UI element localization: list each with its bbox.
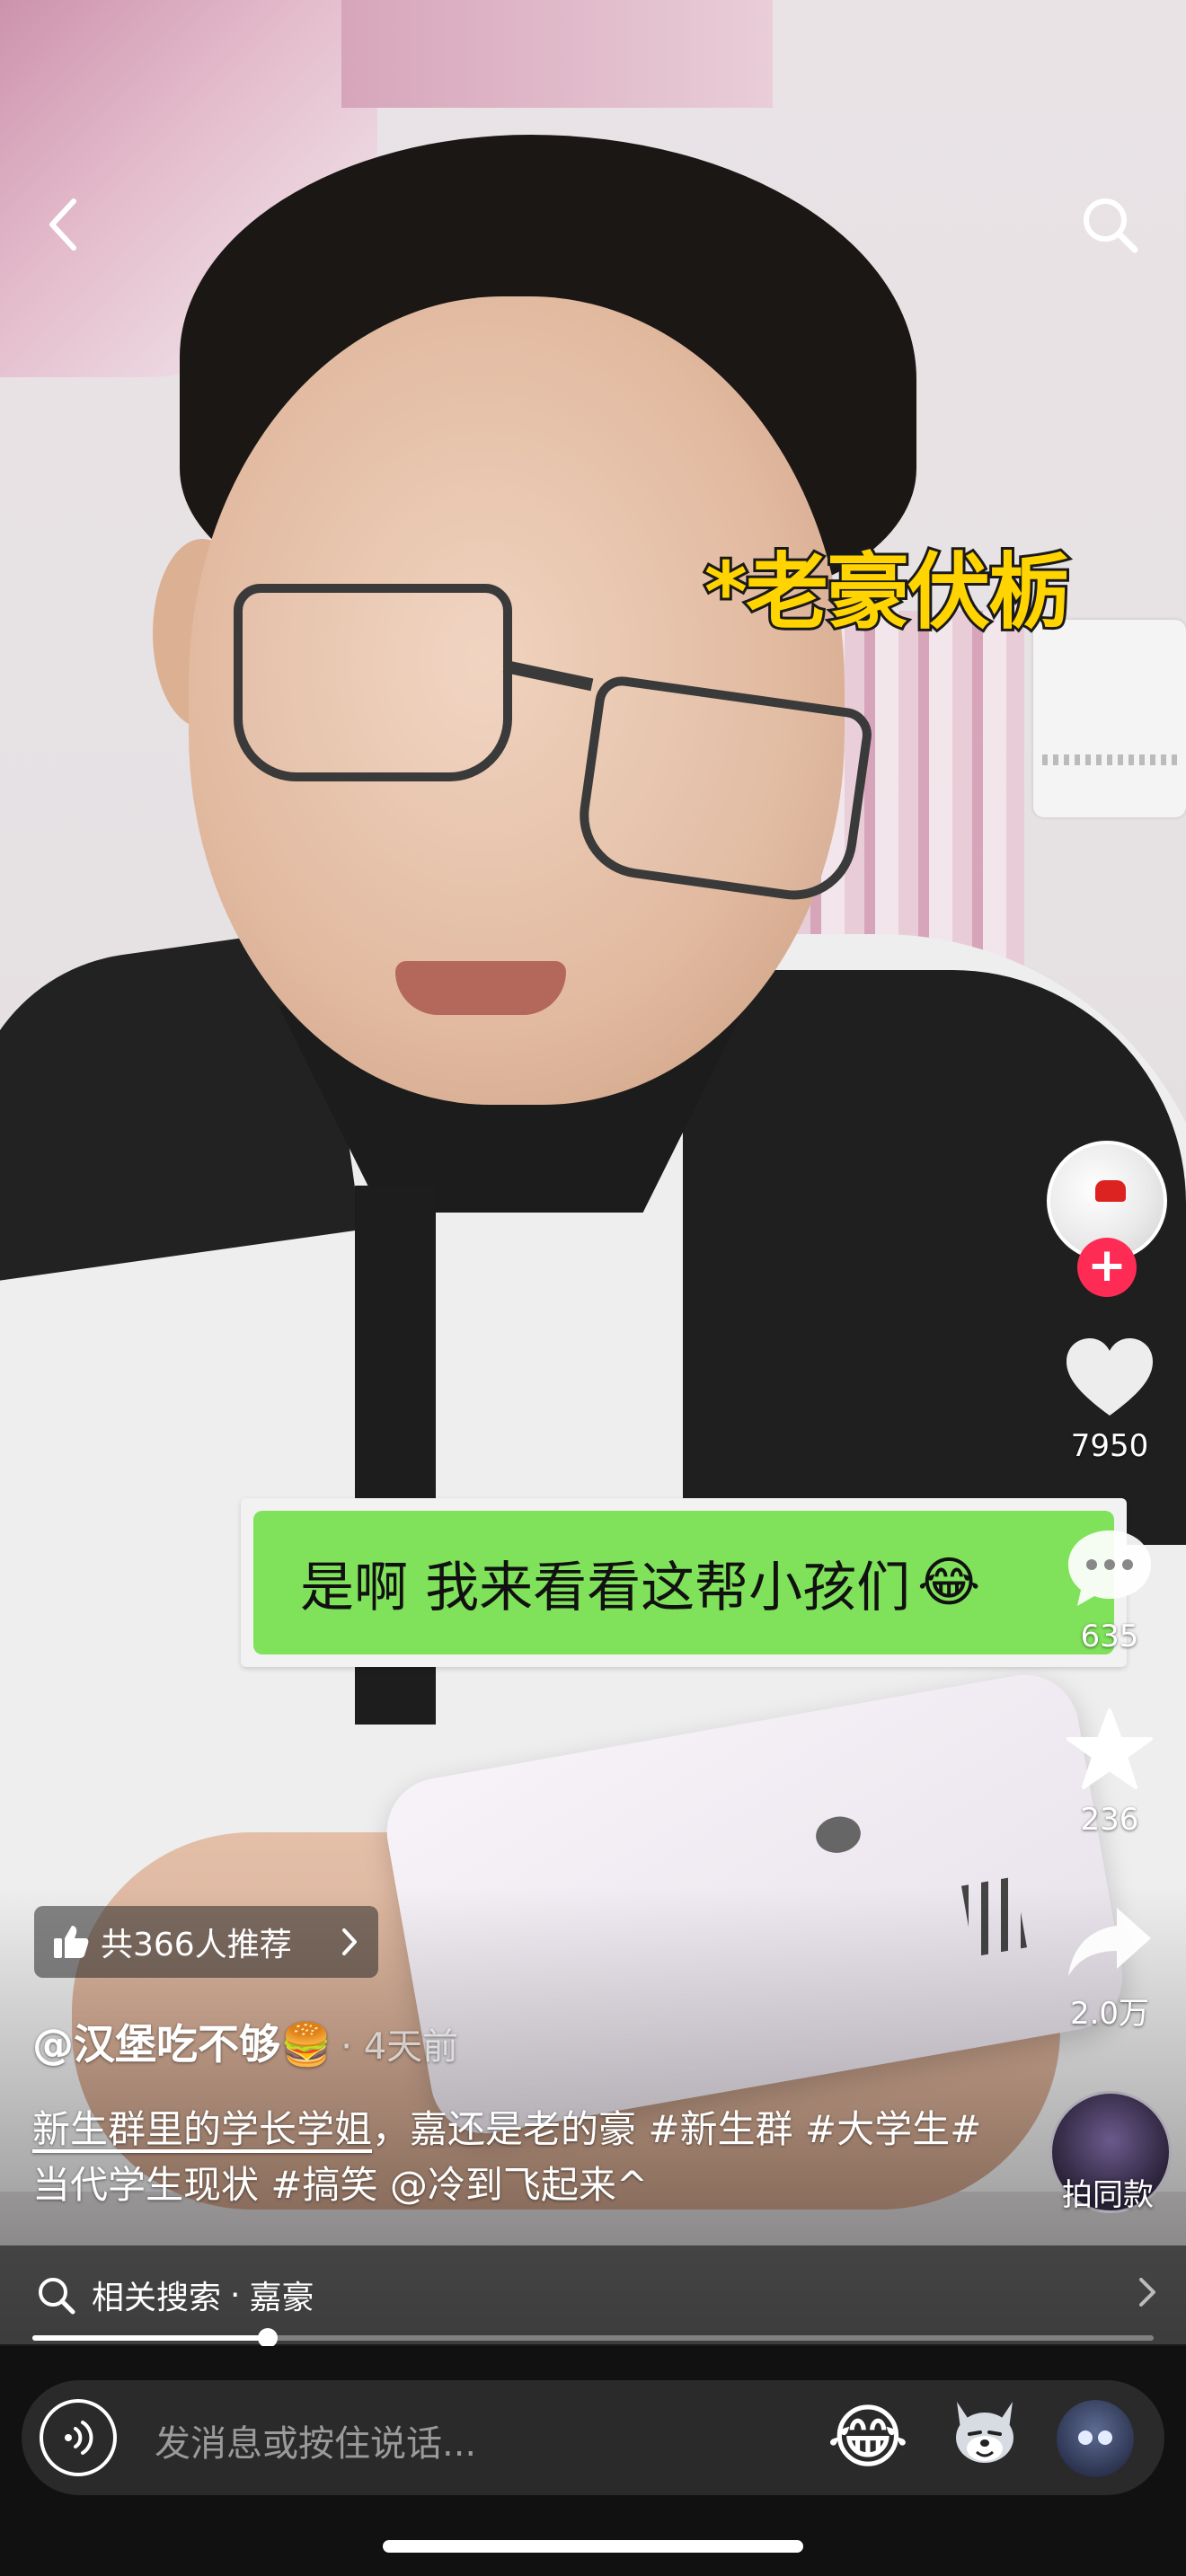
- blue-face-emoji-button[interactable]: [1057, 2400, 1134, 2477]
- chat-message-text: 是啊 我来看看这帮小孩们: [300, 1556, 911, 1619]
- comment-count: 635: [1080, 1619, 1139, 1654]
- home-indicator[interactable]: [383, 2540, 803, 2553]
- post-time: · 4天前: [341, 2026, 459, 2068]
- chevron-left-icon: [49, 198, 76, 251]
- search-icon: [1084, 198, 1138, 253]
- curtain-top: [341, 0, 773, 108]
- same-style-label[interactable]: 拍同款: [1033, 2170, 1182, 2214]
- chat-emoji: 😂: [917, 1551, 981, 1614]
- progress-fill: [32, 2335, 269, 2341]
- like-count: 7950: [1070, 1428, 1149, 1464]
- emoji-eye-right: [1098, 2430, 1112, 2445]
- device-led: [812, 1813, 864, 1857]
- chat-bubble-inner: 是啊 我来看看这帮小孩们 😂: [253, 1511, 1114, 1654]
- recommend-label: 共366人推荐: [101, 1927, 292, 1963]
- related-search-prefix: 相关搜索: [92, 2280, 222, 2316]
- video-overlay-caption: *老豪伏栃: [702, 542, 1074, 643]
- voice-wave-icon: [65, 2421, 93, 2455]
- person-mouth: [395, 961, 566, 1015]
- wolf-emoji-button[interactable]: [940, 2393, 1030, 2483]
- share-arrow-icon: [1068, 1908, 1151, 1976]
- chevron-right-icon: [1139, 2278, 1155, 2307]
- post-description: 新生群里的学长学姐，嘉还是老的豪 #新生群 #大学生#当代学生现状 #搞笑 @冷…: [32, 2102, 1003, 2213]
- comment-icon: [1068, 1531, 1151, 1606]
- progress-handle[interactable]: [258, 2328, 279, 2348]
- description-link[interactable]: 新生群里的学长学姐: [32, 2107, 372, 2151]
- thumbs-up-icon: [54, 1926, 89, 1958]
- glasses-lens-left: [234, 584, 512, 781]
- chevron-right-icon: [342, 1928, 357, 1955]
- back-button[interactable]: [27, 189, 99, 260]
- video-player[interactable]: *老豪伏栃 是啊 我来看看这帮小孩们 😂: [0, 0, 1186, 2344]
- favorite-button[interactable]: 236: [1042, 1707, 1177, 1838]
- author-name[interactable]: @汉堡吃不够🍔: [32, 2020, 332, 2069]
- like-button[interactable]: 7950: [1042, 1337, 1177, 1464]
- progress-bar[interactable]: [32, 2328, 1154, 2348]
- follow-button[interactable]: +: [1077, 1238, 1137, 1297]
- share-button[interactable]: 2.0万: [1042, 1904, 1177, 2033]
- search-button[interactable]: [1074, 189, 1146, 260]
- search-icon: [39, 2278, 75, 2315]
- star-icon: [1067, 1708, 1153, 1789]
- glasses-lens-right: [571, 673, 875, 908]
- emoji-eye-left: [1078, 2430, 1093, 2445]
- wolf-meme-icon: [956, 2402, 1013, 2463]
- heart-icon: [1067, 1338, 1153, 1416]
- message-input-placeholder[interactable]: 发消息或按住说话...: [155, 2414, 476, 2466]
- related-search-bar[interactable]: 相关搜索 · 嘉豪: [0, 2245, 1186, 2344]
- video-chat-bubble: 是啊 我来看看这帮小孩们 😂: [241, 1498, 1127, 1667]
- author-line: @汉堡吃不够🍔 · 4天前: [32, 2012, 458, 2071]
- laugh-cry-emoji-button[interactable]: 😂: [823, 2393, 913, 2483]
- voice-button[interactable]: [40, 2399, 117, 2476]
- related-search-separator: ·: [230, 2276, 241, 2314]
- share-count: 2.0万: [1069, 1996, 1150, 2032]
- air-conditioner: [1033, 620, 1186, 817]
- recommend-pill[interactable]: 共366人推荐: [34, 1906, 378, 1978]
- comment-button[interactable]: 635: [1042, 1527, 1177, 1654]
- favorite-count: 236: [1080, 1802, 1139, 1838]
- related-search-term: 嘉豪: [249, 2280, 314, 2316]
